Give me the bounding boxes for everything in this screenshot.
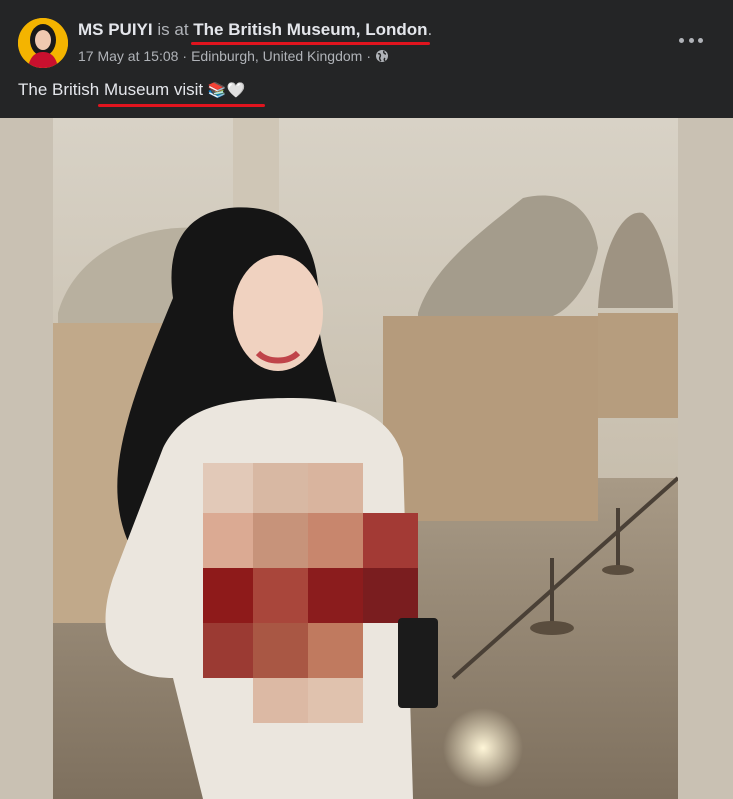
globe-icon[interactable] (375, 49, 389, 63)
dot (679, 37, 684, 43)
dot (698, 37, 703, 43)
location-link[interactable]: The British Museum, London (191, 20, 430, 45)
red-annotation-underline-caption (98, 104, 266, 107)
post-timestamp[interactable]: 17 May at 15:08 (78, 48, 178, 64)
is-at-text: is at (157, 20, 189, 39)
meta-separator-2: · (366, 48, 371, 64)
caption-emojis: 📚🤍 (207, 82, 246, 99)
post-header: MS PUIYI is at The British Museum, Londo… (0, 0, 733, 118)
post-media[interactable] (0, 118, 733, 799)
title-period: . (427, 20, 433, 39)
location-text: The British Museum, London (193, 20, 428, 39)
red-annotation-underline (191, 42, 430, 45)
author-name-link[interactable]: MS PUIYI (78, 20, 153, 39)
facebook-post: MS PUIYI is at The British Museum, Londo… (0, 0, 733, 799)
caption-text-wrap: The British Museum visit (18, 80, 266, 107)
post-photo[interactable] (53, 118, 678, 799)
avatar-image (18, 18, 68, 68)
post-place[interactable]: Edinburgh, United Kingdom (191, 48, 362, 64)
post-caption: The British Museum visit 📚🤍 (18, 80, 266, 107)
meta-separator: · (182, 48, 188, 64)
more-options-icon[interactable] (679, 30, 703, 50)
caption-text: The British Museum visit (18, 80, 204, 99)
post-meta: 17 May at 15:08 · Edinburgh, United King… (78, 48, 389, 64)
post-title-line: MS PUIYI is at The British Museum, Londo… (78, 20, 433, 45)
profile-avatar[interactable] (18, 18, 68, 68)
dot (688, 37, 694, 43)
